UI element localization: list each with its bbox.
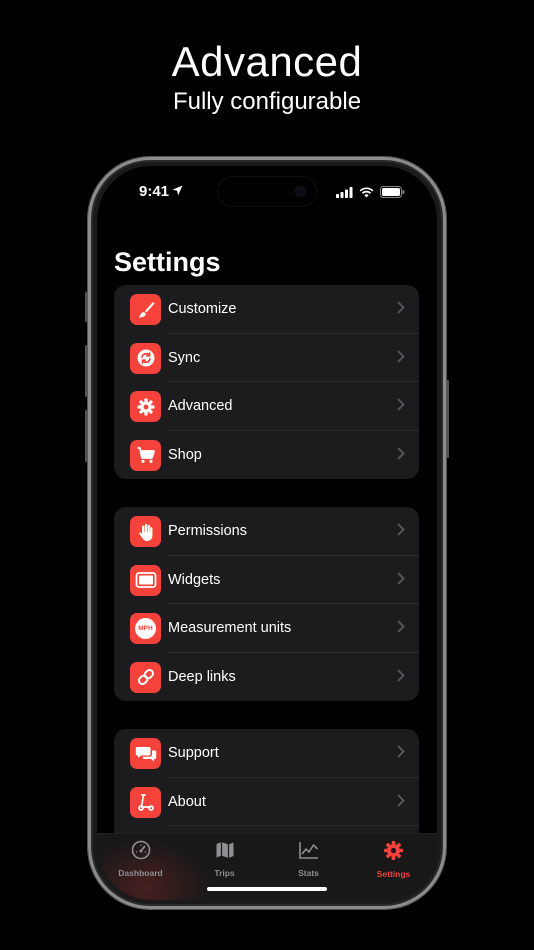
settings-row-label: Sync bbox=[168, 349, 201, 366]
mph-badge: MPH bbox=[135, 618, 156, 639]
settings-row-shop[interactable]: Shop bbox=[114, 431, 419, 480]
chevron-right-icon bbox=[397, 794, 405, 806]
settings-row-label: Shop bbox=[168, 446, 202, 463]
tab-label: Settings bbox=[376, 869, 411, 879]
link-icon bbox=[130, 661, 161, 693]
settings-row-deep-links[interactable]: Deep links bbox=[114, 653, 419, 702]
side-button-left-2 bbox=[85, 345, 88, 397]
page-title: Settings bbox=[114, 247, 221, 277]
paintbrush-icon bbox=[130, 294, 161, 325]
home-indicator[interactable] bbox=[207, 887, 327, 891]
chevron-right-icon bbox=[397, 350, 405, 362]
gear-icon bbox=[384, 841, 403, 860]
settings-row-label: Advanced bbox=[168, 398, 233, 414]
settings-row-measurement-units[interactable]: MPH Measurement units bbox=[114, 604, 419, 653]
dynamic-island bbox=[218, 177, 316, 206]
row-divider bbox=[168, 825, 419, 826]
chart-icon bbox=[298, 842, 318, 859]
speedometer-icon bbox=[131, 840, 150, 860]
settings-row-label: About bbox=[168, 793, 206, 810]
widget-icon bbox=[130, 564, 161, 596]
hero-subtitle: Fully configurable bbox=[172, 88, 362, 115]
settings-group-device: Permissions Widgets MPH Measurement unit… bbox=[114, 507, 419, 701]
settings-row-label: Customize bbox=[168, 301, 237, 317]
settings-group-info: Support About bbox=[114, 729, 419, 849]
map-icon bbox=[216, 842, 233, 858]
chevron-right-icon bbox=[397, 620, 405, 633]
location-arrow-icon bbox=[172, 185, 183, 196]
settings-row-widgets[interactable]: Widgets bbox=[114, 556, 419, 604]
cellular-signal-icon bbox=[336, 186, 353, 198]
settings-row-label: Deep links bbox=[168, 668, 236, 685]
chat-bubbles-icon bbox=[130, 738, 161, 769]
tab-settings[interactable]: Settings bbox=[351, 840, 436, 879]
chevron-right-icon bbox=[397, 447, 405, 459]
chevron-right-icon bbox=[397, 398, 405, 411]
scooter-icon bbox=[130, 786, 161, 818]
tab-dashboard[interactable]: Dashboard bbox=[98, 840, 183, 878]
status-icons bbox=[336, 186, 405, 198]
tab-trips[interactable]: Trips bbox=[182, 840, 267, 878]
settings-row-label: Measurement units bbox=[168, 620, 292, 636]
status-time: 9:41 bbox=[139, 183, 170, 200]
battery-icon bbox=[380, 186, 405, 198]
mph-icon: MPH bbox=[130, 613, 161, 644]
side-button-right bbox=[446, 380, 449, 458]
settings-row-about[interactable]: About bbox=[114, 778, 419, 826]
front-camera bbox=[295, 186, 306, 197]
chevron-right-icon bbox=[397, 523, 405, 536]
settings-row-support[interactable]: Support bbox=[114, 729, 419, 778]
tab-label: Stats bbox=[298, 868, 319, 878]
gear-icon bbox=[130, 391, 161, 422]
tab-label: Trips bbox=[214, 868, 235, 878]
hero-title: Advanced bbox=[171, 38, 363, 85]
chevron-right-icon bbox=[397, 669, 405, 681]
side-button-left-3 bbox=[85, 410, 88, 462]
tab-label: Dashboard bbox=[118, 868, 163, 878]
wifi-icon bbox=[359, 186, 374, 197]
chevron-right-icon bbox=[397, 301, 405, 314]
hand-icon bbox=[130, 516, 161, 547]
chevron-right-icon bbox=[397, 745, 405, 758]
settings-row-advanced[interactable]: Advanced bbox=[114, 382, 419, 431]
tab-stats[interactable]: Stats bbox=[266, 840, 351, 878]
sync-icon bbox=[130, 342, 161, 374]
settings-group-general: Customize Sync Advanced Shop bbox=[114, 285, 419, 479]
cart-icon bbox=[130, 439, 161, 471]
settings-row-label: Widgets bbox=[168, 571, 221, 588]
side-button-left-1 bbox=[85, 292, 88, 322]
settings-row-permissions[interactable]: Permissions bbox=[114, 507, 419, 556]
settings-row-customize[interactable]: Customize bbox=[114, 285, 419, 334]
phone-screen: 9:41 Settings Customize Sync Advanced Sh… bbox=[97, 166, 437, 900]
settings-row-sync[interactable]: Sync bbox=[114, 334, 419, 382]
settings-row-label: Permissions bbox=[168, 523, 247, 539]
chevron-right-icon bbox=[397, 572, 405, 584]
settings-row-label: Support bbox=[168, 745, 219, 761]
